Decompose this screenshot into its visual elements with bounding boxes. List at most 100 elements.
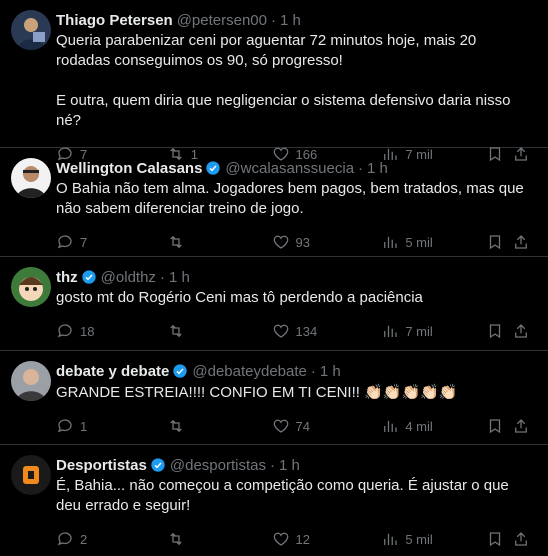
verified-badge-icon: [81, 269, 97, 285]
separator-dot: ·: [271, 11, 276, 29]
like-icon: [273, 235, 288, 249]
reply-button[interactable]: 1: [56, 417, 167, 435]
tweet[interactable]: Wellington Calasans @wcalasanssuecia · 1…: [0, 148, 548, 257]
tweet-text: GRANDE ESTREIA!!!! CONFIO EM TI CENI!! 👏…: [56, 382, 532, 403]
share-button[interactable]: [512, 322, 532, 340]
reply-button[interactable]: 18: [56, 322, 167, 340]
author-handle[interactable]: @oldthz: [101, 269, 156, 286]
avatar[interactable]: [11, 455, 51, 495]
views-button[interactable]: 5 mil: [381, 530, 486, 548]
action-bar: 1 74 4 mil: [56, 409, 532, 443]
avatar[interactable]: [11, 361, 51, 401]
bookmark-button[interactable]: [486, 417, 512, 435]
like-count: 93: [295, 234, 311, 250]
tweet-text: O Bahia não tem alma. Jogadores bem pago…: [56, 179, 532, 219]
action-bar: 7 93 5 mil: [56, 225, 532, 259]
tweet[interactable]: Desportistas @desportistas · 1 h É, Bahi…: [0, 445, 548, 552]
reply-icon: [57, 419, 72, 433]
reply-icon: [57, 235, 72, 249]
reply-count: 18: [80, 323, 95, 339]
view-count: 7 mil: [405, 323, 433, 339]
timestamp[interactable]: 1 h: [279, 457, 300, 474]
tweet-line: E outra, quem diria que negligenciar o s…: [56, 92, 515, 129]
like-count: 12: [295, 531, 311, 547]
like-icon: [273, 324, 288, 338]
action-bar: 18 134 7 mil: [56, 314, 532, 348]
verified-badge-icon: [150, 457, 166, 473]
views-button[interactable]: 5 mil: [381, 233, 486, 251]
clapping-hands-emoji: 👏🏻👏🏻👏🏻👏🏻👏🏻: [364, 383, 458, 401]
separator-dot: ·: [310, 362, 316, 380]
views-button[interactable]: 7 mil: [381, 322, 486, 340]
avatar[interactable]: [11, 10, 51, 50]
separator-dot: ·: [269, 456, 275, 474]
tweet-line: Queria parabenizar ceni por aguentar 72 …: [56, 32, 481, 69]
tweet-text: Queria parabenizar ceni por aguentar 72 …: [56, 31, 532, 131]
reply-button[interactable]: 2: [56, 530, 167, 548]
bookmark-button[interactable]: [486, 233, 512, 251]
share-button[interactable]: [512, 233, 532, 251]
tweet-text: É, Bahia... não começou a competição com…: [56, 476, 532, 516]
author-handle[interactable]: @petersen00: [177, 12, 267, 29]
avatar[interactable]: [11, 158, 51, 198]
action-bar: 2 12 5 mil: [56, 522, 532, 556]
like-count: 134: [295, 323, 318, 339]
views-button[interactable]: 4 mil: [381, 417, 486, 435]
timestamp[interactable]: 1 h: [367, 160, 388, 177]
author-name[interactable]: Wellington Calasans: [56, 160, 202, 177]
retweet-icon: [170, 532, 182, 546]
author-handle[interactable]: @debateydebate: [192, 363, 307, 380]
share-button[interactable]: [512, 530, 532, 548]
like-button[interactable]: 134: [272, 322, 382, 340]
like-icon: [273, 532, 288, 546]
retweet-button[interactable]: [167, 530, 272, 548]
tweet[interactable]: thz @oldthz · 1 h gosto mt do Rogério Ce…: [0, 257, 548, 351]
verified-badge-icon: [205, 160, 221, 176]
tweet-line: GRANDE ESTREIA!!!! CONFIO EM TI CENI!!: [56, 384, 360, 401]
author-name[interactable]: thz: [56, 269, 78, 286]
view-count: 4 mil: [405, 418, 433, 434]
views-icon: [384, 325, 397, 337]
author-name[interactable]: debate y debate: [56, 363, 169, 380]
views-icon: [384, 533, 397, 545]
reply-count: 1: [80, 418, 88, 434]
author-name[interactable]: Desportistas: [56, 457, 147, 474]
view-count: 5 mil: [405, 531, 433, 547]
bookmark-icon: [489, 419, 501, 434]
view-count: 5 mil: [405, 234, 433, 250]
tweet[interactable]: debate y debate @debateydebate · 1 h GRA…: [0, 351, 548, 445]
bookmark-icon: [489, 532, 501, 547]
timestamp[interactable]: 1 h: [280, 12, 301, 29]
retweet-button[interactable]: [167, 322, 272, 340]
bookmark-button[interactable]: [486, 530, 512, 548]
author-handle[interactable]: @wcalasanssuecia: [225, 160, 354, 177]
retweet-button[interactable]: [167, 417, 272, 435]
bookmark-icon: [489, 324, 501, 339]
verified-badge-icon: [172, 363, 188, 379]
reply-count: 2: [80, 531, 88, 547]
timestamp[interactable]: 1 h: [320, 363, 341, 380]
reply-button[interactable]: 7: [56, 233, 167, 251]
author-handle[interactable]: @desportistas: [170, 457, 266, 474]
like-button[interactable]: 93: [272, 233, 382, 251]
like-button[interactable]: 12: [272, 530, 382, 548]
tweet-line: O Bahia não tem alma. Jogadores bem pago…: [56, 180, 528, 217]
share-icon: [515, 324, 527, 338]
reply-icon: [57, 532, 72, 546]
retweet-button[interactable]: [167, 233, 272, 251]
bookmark-button[interactable]: [486, 322, 512, 340]
share-icon: [515, 419, 527, 433]
like-count: 74: [295, 418, 311, 434]
like-button[interactable]: 74: [272, 417, 382, 435]
reply-icon: [57, 324, 72, 338]
views-icon: [384, 420, 397, 432]
share-button[interactable]: [512, 417, 532, 435]
tweet-text: gosto mt do Rogério Ceni mas tô perdendo…: [56, 288, 532, 308]
avatar[interactable]: [11, 267, 51, 307]
tweet[interactable]: Thiago Petersen @petersen00 · 1 h Queria…: [0, 0, 548, 162]
author-name[interactable]: Thiago Petersen: [56, 12, 173, 29]
tweet-feed: Thiago Petersen @petersen00 · 1 h Queria…: [0, 0, 548, 552]
timestamp[interactable]: 1 h: [169, 269, 190, 286]
retweet-icon: [170, 419, 182, 433]
tweet-line: gosto mt do Rogério Ceni mas tô perdendo…: [56, 289, 423, 306]
